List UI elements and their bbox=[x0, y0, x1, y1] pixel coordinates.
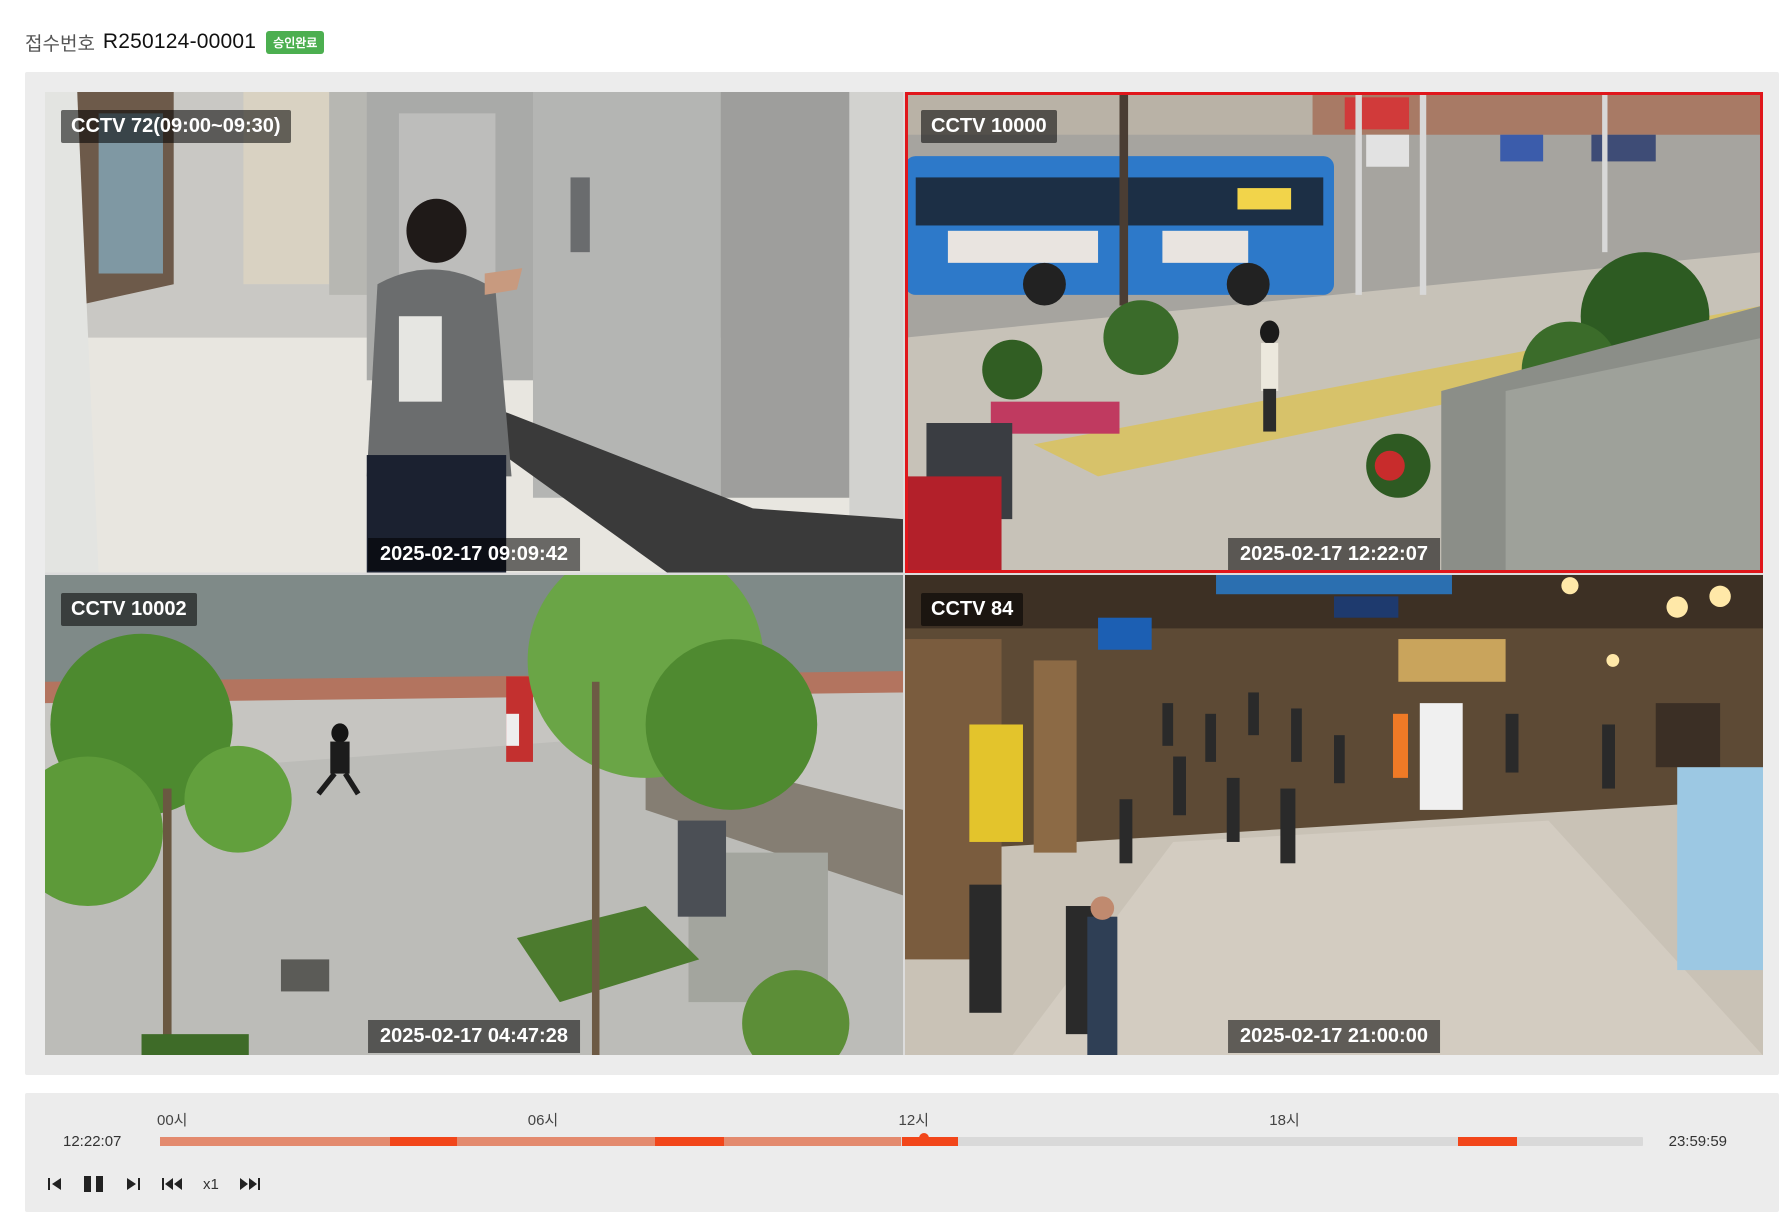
event-segment[interactable] bbox=[1457, 1137, 1517, 1146]
pause-button[interactable] bbox=[83, 1175, 105, 1193]
camera-feed-street bbox=[905, 92, 1763, 573]
event-segment[interactable] bbox=[901, 1137, 958, 1146]
rewind-button[interactable] bbox=[161, 1176, 183, 1192]
fast-forward-button[interactable] bbox=[239, 1176, 261, 1192]
camera-timestamp: 2025-02-17 04:47:28 bbox=[368, 1020, 580, 1053]
hour-label-00: 00시 bbox=[157, 1112, 188, 1129]
timeline-panel: 00시 06시 12시 18시 12:22:07 23:59:59 x1 bbox=[25, 1093, 1779, 1212]
request-number-value: R250124-00001 bbox=[102, 30, 257, 53]
camera-label: CCTV 10002 bbox=[61, 592, 197, 626]
playback-speed[interactable]: x1 bbox=[203, 1176, 219, 1193]
video-panel: CCTV 72(09:00~09:30) 2025-02-17 09:09:42 bbox=[25, 72, 1779, 1075]
camera-tile-4[interactable]: CCTV 84 2025-02-17 21:00:00 bbox=[905, 574, 1763, 1055]
event-segment[interactable] bbox=[655, 1137, 724, 1146]
step-forward-button[interactable] bbox=[125, 1176, 141, 1192]
hour-label-06: 06시 bbox=[527, 1112, 559, 1129]
camera-feed-lobby bbox=[45, 92, 903, 573]
recorded-segment[interactable] bbox=[723, 1137, 902, 1146]
pause-icon bbox=[84, 1176, 103, 1192]
playhead-marker[interactable] bbox=[918, 1133, 929, 1143]
hour-label-12: 12시 bbox=[898, 1112, 930, 1129]
camera-timestamp: 2025-02-17 09:09:42 bbox=[368, 537, 580, 571]
camera-timestamp: 2025-02-17 21:00:00 bbox=[1228, 1020, 1440, 1053]
request-header: 접수번호 R250124-00001 승인완료 bbox=[25, 28, 325, 56]
rewind-icon bbox=[162, 1178, 182, 1190]
hour-label-18: 18시 bbox=[1269, 1112, 1300, 1129]
request-number-label: 접수번호 bbox=[25, 33, 95, 55]
camera-timestamp: 2025-02-17 12:22:07 bbox=[1228, 537, 1440, 571]
fast-forward-icon bbox=[239, 1178, 260, 1190]
current-time: 12:22:07 bbox=[63, 1133, 122, 1150]
camera-tile-2[interactable]: CCTV 10000 2025-02-17 12:22:07 bbox=[905, 92, 1763, 573]
playback-controls: x1 bbox=[47, 1171, 261, 1197]
camera-label: CCTV 72(09:00~09:30) bbox=[61, 110, 291, 143]
event-segment[interactable] bbox=[389, 1137, 457, 1146]
end-time: 23:59:59 bbox=[1668, 1133, 1727, 1150]
camera-label: CCTV 10000 bbox=[921, 110, 1057, 143]
recorded-segment[interactable] bbox=[160, 1137, 390, 1146]
camera-tile-3[interactable]: CCTV 10002 2025-02-17 04:47:28 bbox=[45, 574, 903, 1055]
camera-tile-1[interactable]: CCTV 72(09:00~09:30) 2025-02-17 09:09:42 bbox=[45, 92, 903, 573]
step-back-button[interactable] bbox=[47, 1176, 63, 1192]
timeline-track[interactable] bbox=[160, 1133, 1643, 1146]
step-forward-icon bbox=[127, 1178, 140, 1190]
camera-feed-station bbox=[905, 574, 1763, 1055]
camera-feed-plaza bbox=[45, 574, 903, 1055]
camera-grid: CCTV 72(09:00~09:30) 2025-02-17 09:09:42 bbox=[45, 92, 1763, 1055]
hour-labels: 00시 06시 12시 18시 bbox=[157, 1109, 1643, 1129]
recorded-segment[interactable] bbox=[456, 1137, 656, 1146]
step-back-icon bbox=[48, 1178, 61, 1190]
status-badge: 승인완료 bbox=[266, 30, 325, 54]
camera-label: CCTV 84 bbox=[921, 592, 1024, 626]
